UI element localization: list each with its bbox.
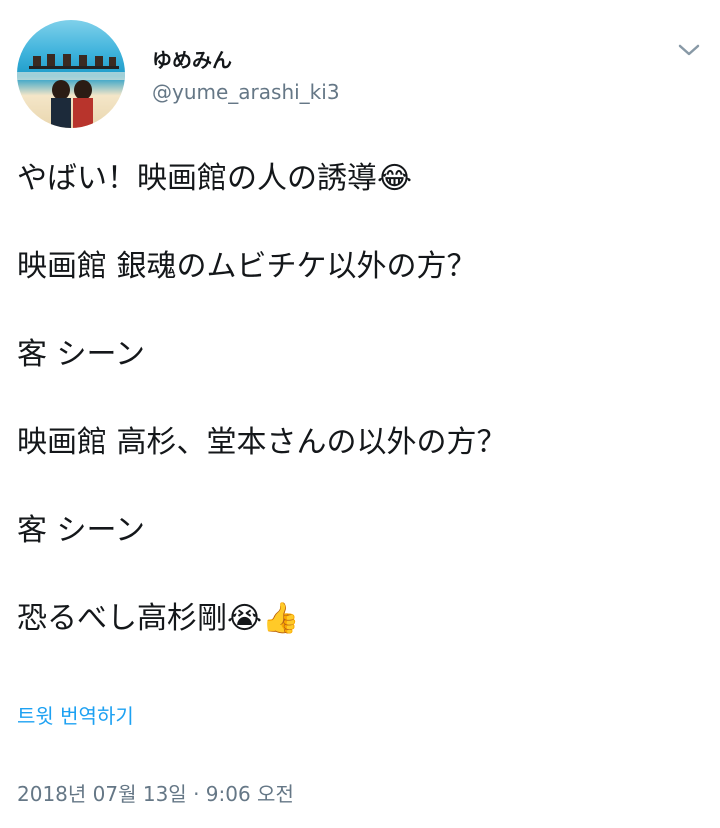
translate-tweet-link[interactable]: 트윗 번역하기 <box>17 700 134 729</box>
tweet-line: 恐るべし高杉剛😭👍 <box>17 601 300 636</box>
user-handle[interactable]: @yume_arashi_ki3 <box>152 80 340 104</box>
tweet-line: 客 シーン <box>17 513 146 548</box>
face-with-tears-of-joy-icon: 😂 <box>377 161 413 196</box>
display-name[interactable]: ゆめみん <box>152 44 232 73</box>
avatar[interactable] <box>17 20 125 128</box>
tweet-text: やばい！映画館の人の誘導😂 映画館 銀魂のムビチケ以外の方？ 客 シーン 映画館… <box>17 155 707 643</box>
tweet-line: 映画館 高杉、堂本さんの以外の方？ <box>17 425 507 460</box>
tweet-line: やばい！映画館の人の誘導😂 <box>17 161 413 196</box>
tweet-line: 映画館 銀魂のムビチケ以外の方？ <box>17 249 477 284</box>
chevron-down-icon[interactable] <box>676 40 702 60</box>
tweet-timestamp[interactable]: 2018년 07월 13일 · 9:06 오전 <box>17 778 294 807</box>
tweet-line: 客 シーン <box>17 337 146 372</box>
avatar-image <box>17 54 125 128</box>
crying-face-thumbs-up-icon: 😭👍 <box>227 601 300 636</box>
tweet-header: ゆめみん @yume_arashi_ki3 <box>0 0 720 140</box>
